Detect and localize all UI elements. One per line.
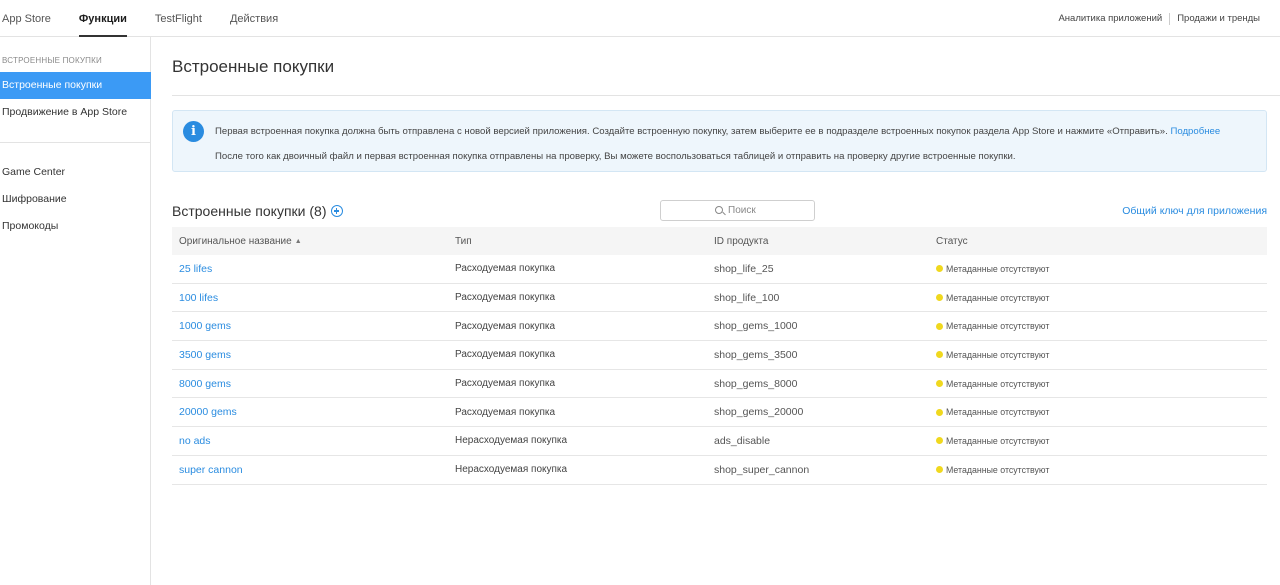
page-title: Встроенные покупки [172, 57, 335, 76]
purchase-name-link[interactable]: super cannon [172, 464, 449, 476]
sidebar-item-in-app-purchases[interactable]: Встроенные покупки [0, 72, 151, 99]
search-input[interactable] [728, 205, 760, 216]
status-dot-icon [936, 466, 943, 474]
list-title: Встроенные покупки (8) [172, 203, 327, 219]
sidebar-item-promo-codes[interactable]: Промокоды [0, 213, 151, 240]
product-id: shop_gems_3500 [714, 348, 798, 361]
title-divider [172, 95, 1280, 96]
sidebar: ВСТРОЕННЫЕ ПОКУПКИ Встроенные покупки Пр… [0, 37, 151, 585]
status-dot-icon [936, 294, 943, 302]
status-dot-icon [936, 351, 943, 359]
purchases-table: Оригинальное название ▲ Тип ID продукта С… [172, 227, 1267, 485]
table-row[interactable]: 1000 gems Расходуемая покупка shop_gems_… [172, 312, 1267, 342]
search-icon [715, 205, 723, 214]
table-row[interactable]: no ads Нерасходуемая покупка ads_disable… [172, 427, 1267, 456]
sales-trends-link[interactable]: Продажи и тренды [1177, 13, 1260, 24]
info-text-line2: После того как двоичный файл и первая вс… [215, 151, 1016, 162]
status-dot-icon [936, 380, 943, 388]
status-badge: Метаданные отсутствуют [936, 407, 1267, 417]
table-header: Оригинальное название ▲ Тип ID продукта С… [172, 227, 1267, 255]
learn-more-link[interactable]: Подробнее [1170, 126, 1220, 137]
purchase-type: Расходуемая покупка [455, 320, 556, 332]
sidebar-item-app-store-promotion[interactable]: Продвижение в App Store [0, 99, 151, 126]
status-badge: Метаданные отсутствуют [936, 379, 1267, 389]
sidebar-section-label: ВСТРОЕННЫЕ ПОКУПКИ [2, 56, 102, 65]
nav-separator [1169, 12, 1171, 25]
top-tabs: App Store Функции TestFlight Действия [0, 0, 304, 37]
column-header-status[interactable]: Статус [929, 236, 1267, 247]
status-badge: Метаданные отсутствуют [936, 293, 1267, 303]
table-row[interactable]: 100 lifes Расходуемая покупка shop_life_… [172, 284, 1267, 313]
status-text: Метаданные отсутствуют [946, 378, 1050, 389]
product-id: shop_gems_1000 [714, 320, 798, 333]
info-icon: i [183, 121, 204, 142]
product-id: shop_gems_20000 [714, 406, 804, 419]
status-text: Метаданные отсутствуют [946, 321, 1050, 332]
status-dot-icon [936, 322, 943, 330]
sidebar-divider [0, 142, 151, 143]
purchase-name-link[interactable]: 100 lifes [172, 292, 449, 304]
purchase-name-link[interactable]: 3500 gems [172, 349, 449, 361]
status-text: Метаданные отсутствуют [946, 464, 1050, 475]
status-text: Метаданные отсутствуют [946, 292, 1050, 303]
table-row[interactable]: 20000 gems Расходуемая покупка shop_gems… [172, 398, 1267, 428]
sort-arrow-icon: ▲ [294, 237, 302, 245]
status-text: Метаданные отсутствуют [946, 407, 1050, 418]
column-header-product-id[interactable]: ID продукта [708, 236, 929, 247]
top-navigation: App Store Функции TestFlight Действия Ан… [0, 0, 1280, 37]
tab-app-store[interactable]: App Store [2, 0, 77, 37]
shared-secret-link[interactable]: Общий ключ для приложения [1122, 205, 1267, 217]
status-dot-icon [936, 408, 943, 416]
list-header: Встроенные покупки (8) [172, 203, 343, 219]
top-right-links: Аналитика приложений Продажи и тренды [1058, 0, 1260, 37]
status-badge: Метаданные отсутствуют [936, 465, 1267, 475]
purchase-type: Расходуемая покупка [455, 292, 556, 304]
column-header-name-label: Оригинальное название [179, 235, 292, 247]
purchase-type: Нерасходуемая покупка [455, 435, 568, 447]
purchase-type: Расходуемая покупка [455, 378, 556, 390]
column-header-name[interactable]: Оригинальное название ▲ [172, 236, 449, 247]
product-id: shop_life_25 [714, 262, 774, 275]
status-text: Метаданные отсутствуют [946, 263, 1050, 274]
add-icon[interactable] [330, 205, 343, 217]
status-text: Метаданные отсутствуют [946, 435, 1050, 446]
column-header-type[interactable]: Тип [449, 236, 708, 247]
status-badge: Метаданные отсутствуют [936, 321, 1267, 331]
table-row[interactable]: 3500 gems Расходуемая покупка shop_gems_… [172, 341, 1267, 370]
info-text-line1: Первая встроенная покупка должна быть от… [215, 126, 1220, 137]
product-id: ads_disable [714, 434, 771, 447]
purchase-name-link[interactable]: 1000 gems [172, 320, 449, 332]
purchase-type: Расходуемая покупка [455, 406, 556, 418]
status-text: Метаданные отсутствуют [946, 349, 1050, 360]
app-analytics-link[interactable]: Аналитика приложений [1058, 13, 1162, 24]
product-id: shop_life_100 [714, 291, 780, 304]
status-dot-icon [936, 265, 943, 273]
tab-functions[interactable]: Функции [78, 0, 153, 37]
purchase-name-link[interactable]: 20000 gems [172, 406, 449, 418]
status-dot-icon [936, 437, 943, 445]
purchase-name-link[interactable]: 8000 gems [172, 378, 449, 390]
status-badge: Метаданные отсутствуют [936, 264, 1267, 274]
purchase-type: Расходуемая покупка [455, 349, 556, 361]
sidebar-item-game-center[interactable]: Game Center [0, 159, 151, 186]
table-row[interactable]: 8000 gems Расходуемая покупка shop_gems_… [172, 370, 1267, 399]
purchase-type: Расходуемая покупка [455, 263, 556, 275]
info-banner: i Первая встроенная покупка должна быть … [172, 110, 1267, 172]
info-text: Первая встроенная покупка должна быть от… [215, 126, 1168, 137]
tab-activity[interactable]: Действия [230, 0, 304, 37]
product-id: shop_gems_8000 [714, 377, 798, 390]
product-id: shop_super_cannon [714, 463, 810, 476]
status-badge: Метаданные отсутствуют [936, 436, 1267, 446]
purchase-type: Нерасходуемая покупка [455, 464, 568, 476]
purchase-name-link[interactable]: no ads [172, 435, 449, 447]
table-row[interactable]: super cannon Нерасходуемая покупка shop_… [172, 456, 1267, 485]
tab-testflight[interactable]: TestFlight [155, 0, 228, 37]
search-box[interactable] [660, 200, 815, 221]
sidebar-item-encryption[interactable]: Шифрование [0, 186, 151, 213]
status-badge: Метаданные отсутствуют [936, 350, 1267, 360]
purchase-name-link[interactable]: 25 lifes [172, 263, 449, 275]
table-row[interactable]: 25 lifes Расходуемая покупка shop_life_2… [172, 255, 1267, 284]
